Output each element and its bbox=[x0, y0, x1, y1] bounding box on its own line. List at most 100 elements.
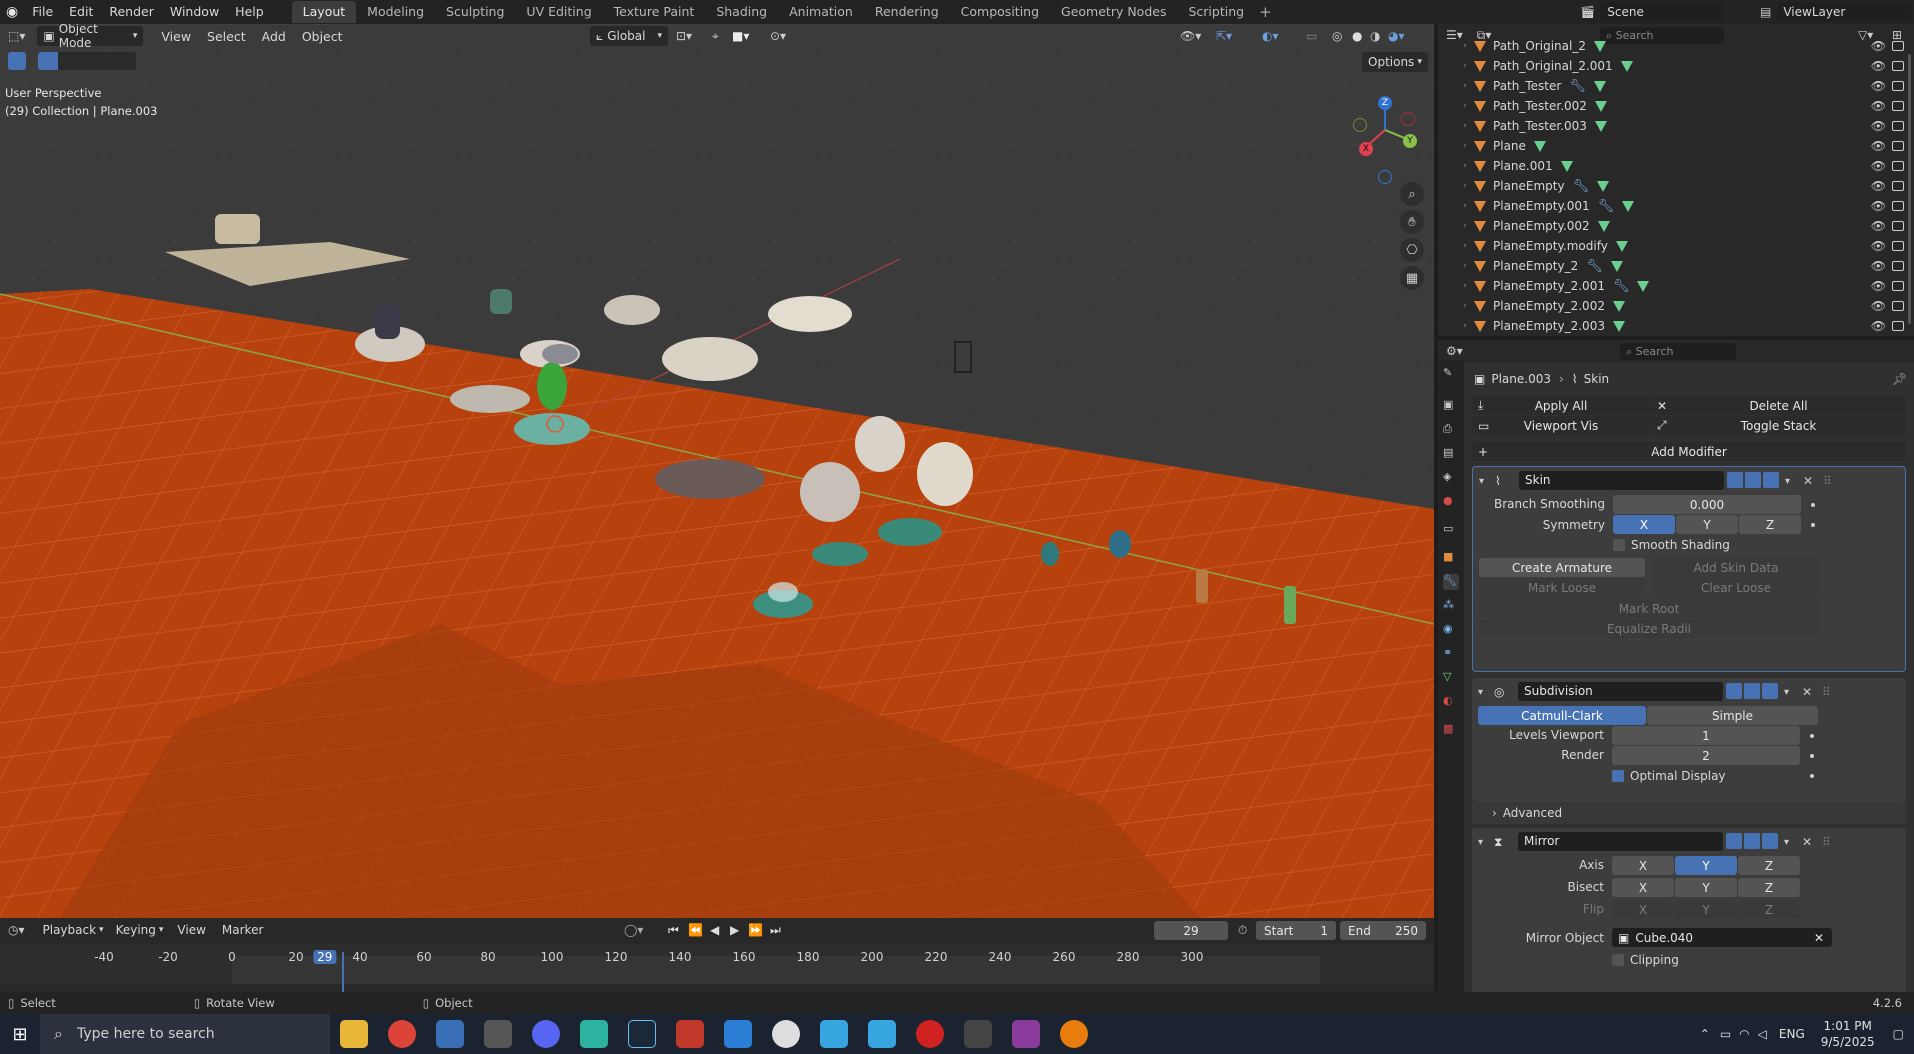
render-levels-field[interactable]: 2 bbox=[1612, 746, 1800, 765]
snap-target-icon[interactable]: ■▾ bbox=[732, 29, 749, 43]
physics-tab-icon[interactable]: ◉ bbox=[1443, 622, 1459, 638]
bisect-x-toggle[interactable]: X bbox=[1612, 878, 1674, 897]
remove-modifier-icon[interactable]: ✕ bbox=[1802, 835, 1812, 849]
timeline-editor-icon[interactable]: ◷▾ bbox=[8, 923, 25, 937]
apply-all-button[interactable]: ⤓ Apply All bbox=[1472, 396, 1650, 415]
play-icon[interactable]: ▶ bbox=[730, 923, 739, 937]
keying-menu[interactable]: Keying ▾ bbox=[110, 920, 170, 940]
timeline-marker-menu[interactable]: Marker bbox=[222, 923, 263, 937]
render-camera-icon[interactable] bbox=[1892, 61, 1904, 71]
visibility-eye-icon[interactable]: 👁︎ bbox=[1871, 259, 1886, 273]
modifier-tab-icon[interactable]: 🔧︎ bbox=[1443, 574, 1459, 590]
drag-handle-icon[interactable]: ⠿ bbox=[1822, 835, 1831, 849]
advanced-subpanel[interactable]: › Advanced bbox=[1472, 802, 1906, 824]
expand-chevron-icon[interactable]: › bbox=[1458, 201, 1472, 211]
expand-chevron-icon[interactable]: › bbox=[1458, 281, 1472, 291]
outliner-item[interactable]: › PlaneEmpty.002 👁︎ bbox=[1438, 216, 1914, 236]
mirror-object-field[interactable]: ▣ Cube.040 ✕ bbox=[1612, 928, 1832, 947]
collapse-chevron-icon[interactable]: ▾ bbox=[1478, 687, 1483, 698]
simple-toggle[interactable]: Simple bbox=[1647, 706, 1818, 725]
scene-selector[interactable]: Scene bbox=[1601, 2, 1722, 22]
scene-tab-icon[interactable]: ◈ bbox=[1443, 470, 1459, 486]
figma-icon[interactable] bbox=[676, 1020, 704, 1048]
outliner-item[interactable]: › PlaneEmpty_2 🔧︎ 👁︎ bbox=[1438, 256, 1914, 276]
render-camera-icon[interactable] bbox=[1892, 281, 1904, 291]
optimal-display-checkbox[interactable] bbox=[1612, 770, 1624, 782]
unity-icon[interactable] bbox=[484, 1020, 512, 1048]
axis-x-toggle[interactable]: X bbox=[1612, 856, 1674, 875]
symmetry-z-toggle[interactable]: Z bbox=[1739, 515, 1801, 534]
expand-chevron-icon[interactable]: › bbox=[1458, 101, 1472, 111]
mark-root-button[interactable]: Mark Root bbox=[1479, 599, 1819, 618]
catmull-clark-toggle[interactable]: Catmull-Clark bbox=[1478, 706, 1646, 725]
clock[interactable]: 1:01 PM 9/5/2025 bbox=[1821, 1018, 1875, 1050]
expand-chevron-icon[interactable]: › bbox=[1458, 121, 1472, 131]
menu-window[interactable]: Window bbox=[162, 0, 227, 24]
texture-tab-icon[interactable]: ▩ bbox=[1443, 722, 1459, 738]
ortho-grid-icon[interactable]: ▦ bbox=[1400, 266, 1424, 290]
dropdown-icon[interactable]: ▾ bbox=[1784, 687, 1789, 698]
taskbar-search-input[interactable]: ⌕ Type here to search bbox=[40, 1014, 330, 1054]
render-camera-icon[interactable] bbox=[1892, 321, 1904, 331]
modifier-wrench-icon[interactable]: 🔧︎ bbox=[1573, 179, 1590, 194]
mesh-data-icon[interactable] bbox=[1593, 80, 1606, 92]
mesh-data-icon[interactable] bbox=[1610, 260, 1623, 272]
gizmo-neg-y-icon[interactable] bbox=[1353, 118, 1367, 132]
delete-all-button[interactable]: ✕ Delete All bbox=[1651, 396, 1906, 415]
options-button[interactable]: Options ▾ bbox=[1362, 52, 1428, 72]
select-new-icon[interactable] bbox=[38, 52, 58, 70]
material-tab-icon[interactable]: ◐ bbox=[1443, 694, 1459, 710]
world-tab-icon[interactable]: ● bbox=[1443, 494, 1459, 510]
visibility-eye-icon[interactable]: 👁︎ bbox=[1871, 219, 1886, 233]
remove-modifier-icon[interactable]: ✕ bbox=[1803, 474, 1813, 488]
pivot-icon[interactable]: ⊡▾ bbox=[676, 29, 692, 43]
mesh-data-icon[interactable] bbox=[1594, 100, 1607, 112]
playhead-frame-label[interactable]: 29 bbox=[313, 950, 337, 964]
tab-uv-editing[interactable]: UV Editing bbox=[515, 1, 602, 23]
flip-x-toggle[interactable]: X bbox=[1612, 900, 1674, 919]
drag-handle-icon[interactable]: ⠿ bbox=[1823, 474, 1832, 488]
visibility-eye-icon[interactable]: 👁︎ bbox=[1871, 159, 1886, 173]
viewport-toggle-icon[interactable] bbox=[1744, 683, 1760, 699]
render-camera-icon[interactable] bbox=[1892, 221, 1904, 231]
edit-mode-toggle-icon[interactable] bbox=[1726, 683, 1742, 699]
render-camera-icon[interactable] bbox=[1892, 141, 1904, 151]
edit-mode-toggle-icon[interactable] bbox=[1726, 833, 1742, 849]
outliner-item[interactable]: › PlaneEmpty.modify 👁︎ bbox=[1438, 236, 1914, 256]
visibility-eye-icon[interactable]: 👁︎ bbox=[1871, 39, 1886, 53]
tab-rendering[interactable]: Rendering bbox=[864, 1, 950, 23]
expand-chevron-icon[interactable]: › bbox=[1458, 301, 1472, 311]
visibility-eye-icon[interactable]: 👁︎ bbox=[1871, 199, 1886, 213]
expand-chevron-icon[interactable]: › bbox=[1458, 261, 1472, 271]
tab-shading[interactable]: Shading bbox=[705, 1, 778, 23]
xray-icon[interactable]: ▭ bbox=[1306, 29, 1317, 43]
visibility-eye-icon[interactable]: 👁︎ bbox=[1871, 299, 1886, 313]
render-tab-icon[interactable]: ▣ bbox=[1443, 398, 1459, 414]
toolbar-select-box[interactable] bbox=[8, 52, 26, 70]
expand-chevron-icon[interactable]: › bbox=[1458, 81, 1472, 91]
zoom-icon[interactable]: ⌕ bbox=[1400, 182, 1424, 206]
tab-texture-paint[interactable]: Texture Paint bbox=[603, 1, 706, 23]
menu-help[interactable]: Help bbox=[227, 0, 272, 24]
expand-chevron-icon[interactable]: › bbox=[1458, 41, 1472, 51]
clear-loose-button[interactable]: Clear Loose bbox=[1653, 578, 1819, 597]
wifi-icon[interactable]: ◠ bbox=[1739, 1027, 1749, 1041]
navigation-gizmo[interactable]: Z Y X bbox=[1345, 84, 1425, 184]
mode-selector[interactable]: ▣ Object Mode ▾ bbox=[37, 24, 144, 50]
mesh-data-icon[interactable] bbox=[1594, 120, 1607, 132]
visibility-eye-icon[interactable]: 👁︎ bbox=[1871, 319, 1886, 333]
outliner-item[interactable]: › Path_Tester.002 👁︎ bbox=[1438, 96, 1914, 116]
animate-dot-icon[interactable] bbox=[1811, 503, 1815, 507]
transform-orientation-selector[interactable]: ⟀ Global ▾ bbox=[590, 26, 668, 46]
expand-chevron-icon[interactable]: › bbox=[1458, 161, 1472, 171]
render-camera-icon[interactable] bbox=[1892, 121, 1904, 131]
play-reverse-icon[interactable]: ◀ bbox=[710, 923, 719, 937]
modifier-wrench-icon[interactable]: 🔧︎ bbox=[1598, 199, 1615, 214]
bisect-y-toggle[interactable]: Y bbox=[1675, 878, 1737, 897]
toggle-stack-button[interactable]: ⤢ Toggle Stack bbox=[1651, 416, 1906, 435]
expand-chevron-icon[interactable]: › bbox=[1458, 221, 1472, 231]
menu-render[interactable]: Render bbox=[101, 0, 162, 24]
mesh-data-icon[interactable] bbox=[1620, 60, 1633, 72]
expand-chevron-icon[interactable]: › bbox=[1458, 141, 1472, 151]
clipping-checkbox[interactable] bbox=[1612, 954, 1624, 966]
